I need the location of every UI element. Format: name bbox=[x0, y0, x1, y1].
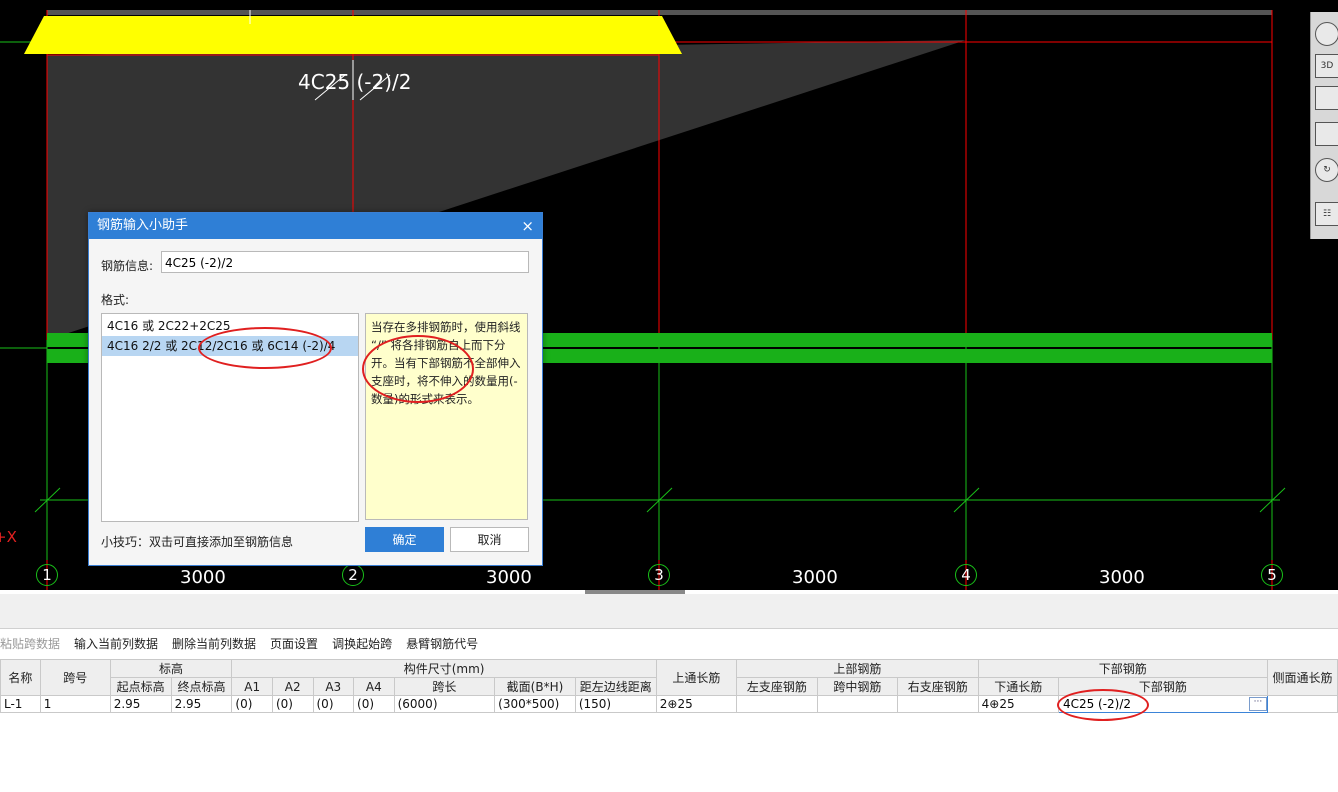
x-axis-label: +X bbox=[0, 528, 17, 546]
col-left-dist: 距左边线距离 bbox=[574, 677, 657, 696]
rebar-info-label: 钢筋信息: bbox=[101, 259, 154, 273]
ok-button[interactable]: 确定 bbox=[365, 527, 444, 552]
cell-side-through[interactable] bbox=[1266, 695, 1338, 713]
cell-a3[interactable]: (0) bbox=[312, 695, 355, 713]
cell-top-through[interactable]: 2⊕25 bbox=[655, 695, 738, 713]
box-view-icon[interactable] bbox=[1315, 122, 1338, 146]
cell-mid-span[interactable] bbox=[816, 695, 899, 713]
cancel-button[interactable]: 取消 bbox=[450, 527, 529, 552]
swap-start-button[interactable]: 调换起始跨 bbox=[332, 635, 392, 652]
beam-rebar-label: 4C25 (-2)/2 bbox=[298, 70, 412, 94]
rebar-info-input[interactable]: 4C25 (-2)/2 bbox=[161, 251, 529, 273]
cell-span-len[interactable]: (6000) bbox=[393, 695, 496, 713]
col-end-elev: 终点标高 bbox=[170, 677, 233, 696]
yellow-beam bbox=[24, 16, 682, 54]
col-section: 截面(B*H) bbox=[494, 677, 576, 696]
cell-a4[interactable]: (0) bbox=[353, 695, 395, 713]
panel-header bbox=[0, 594, 1338, 629]
cell-span-no[interactable]: 1 bbox=[39, 695, 111, 713]
span-length-3: 3000 bbox=[792, 567, 838, 588]
more-options-button[interactable]: ··· bbox=[1248, 697, 1267, 711]
annotation-oval bbox=[1057, 689, 1149, 721]
axis-number-4: 4 bbox=[955, 564, 977, 586]
dialog-title-bar[interactable]: 钢筋输入小助手 × bbox=[89, 213, 542, 239]
col-span-len: 跨长 bbox=[393, 677, 496, 696]
cell-a1[interactable]: (0) bbox=[231, 695, 273, 713]
cell-a2[interactable]: (0) bbox=[271, 695, 314, 713]
col-dimensions: 构件尺寸(mm) bbox=[231, 659, 657, 678]
top-view-icon[interactable] bbox=[1315, 86, 1338, 110]
col-elevation: 标高 bbox=[109, 659, 233, 678]
cantilever-button[interactable]: 悬臂钢筋代号 bbox=[406, 635, 478, 652]
3d-view-icon[interactable]: 3D bbox=[1315, 54, 1338, 78]
axis-number-5: 5 bbox=[1261, 564, 1283, 586]
page-setup-button[interactable]: 页面设置 bbox=[270, 635, 318, 652]
delete-column-button[interactable]: 删除当前列数据 bbox=[172, 635, 256, 652]
col-a4: A4 bbox=[353, 677, 395, 696]
col-a2: A2 bbox=[271, 677, 314, 696]
axis-number-1: 1 bbox=[36, 564, 58, 586]
axis-number-2: 2 bbox=[342, 564, 364, 586]
cell-name[interactable]: L-1 bbox=[0, 695, 41, 713]
annotation-oval bbox=[198, 327, 332, 369]
col-a1: A1 bbox=[231, 677, 273, 696]
col-top-rebar: 上部钢筋 bbox=[736, 659, 979, 678]
cell-start-elev[interactable]: 2.95 bbox=[109, 695, 172, 713]
col-span-no: 跨号 bbox=[39, 659, 111, 696]
paste-span-button[interactable]: 粘贴跨数据 bbox=[0, 635, 60, 652]
col-right-support: 右支座钢筋 bbox=[897, 677, 979, 696]
span-length-4: 3000 bbox=[1099, 567, 1145, 588]
col-top-through: 上通长筋 bbox=[655, 659, 738, 696]
axis-number-3: 3 bbox=[648, 564, 670, 586]
format-label: 格式: bbox=[101, 293, 130, 307]
col-name: 名称 bbox=[0, 659, 41, 696]
view-toolbar: 3D ↻ ☷ bbox=[1310, 12, 1338, 239]
col-a3: A3 bbox=[312, 677, 355, 696]
input-column-button[interactable]: 输入当前列数据 bbox=[74, 635, 158, 652]
col-side-through: 侧面通长筋 bbox=[1266, 659, 1338, 696]
col-bottom-rebar-group: 下部钢筋 bbox=[977, 659, 1268, 678]
dialog-title: 钢筋输入小助手 bbox=[97, 218, 189, 233]
cell-section[interactable]: (300*500) bbox=[494, 695, 576, 713]
sphere-view-icon[interactable] bbox=[1315, 22, 1338, 46]
cell-bottom-through[interactable]: 4⊕25 bbox=[977, 695, 1059, 713]
cell-left-support[interactable] bbox=[736, 695, 818, 713]
close-icon[interactable]: × bbox=[521, 213, 534, 239]
cell-left-dist[interactable]: (150) bbox=[574, 695, 657, 713]
rebar-helper-dialog: 钢筋输入小助手 × 钢筋信息: 4C25 (-2)/2 格式: 4C16 或 2… bbox=[88, 212, 543, 566]
col-left-support: 左支座钢筋 bbox=[736, 677, 818, 696]
span-length-1: 3000 bbox=[180, 567, 226, 588]
col-mid-span: 跨中钢筋 bbox=[816, 677, 899, 696]
col-bottom-through: 下通长筋 bbox=[977, 677, 1059, 696]
rotate-icon[interactable]: ↻ bbox=[1315, 158, 1338, 182]
span-length-2: 3000 bbox=[486, 567, 532, 588]
cell-right-support[interactable] bbox=[897, 695, 979, 713]
tip-text: 小技巧：双击可直接添加至钢筋信息 bbox=[101, 535, 294, 549]
annotation-oval bbox=[362, 335, 474, 403]
layers-icon[interactable]: ☷ bbox=[1315, 202, 1338, 226]
cell-end-elev[interactable]: 2.95 bbox=[170, 695, 233, 713]
table-toolbar: 粘贴跨数据 输入当前列数据 删除当前列数据 页面设置 调换起始跨 悬臂钢筋代号 bbox=[0, 629, 1338, 657]
col-start-elev: 起点标高 bbox=[109, 677, 172, 696]
